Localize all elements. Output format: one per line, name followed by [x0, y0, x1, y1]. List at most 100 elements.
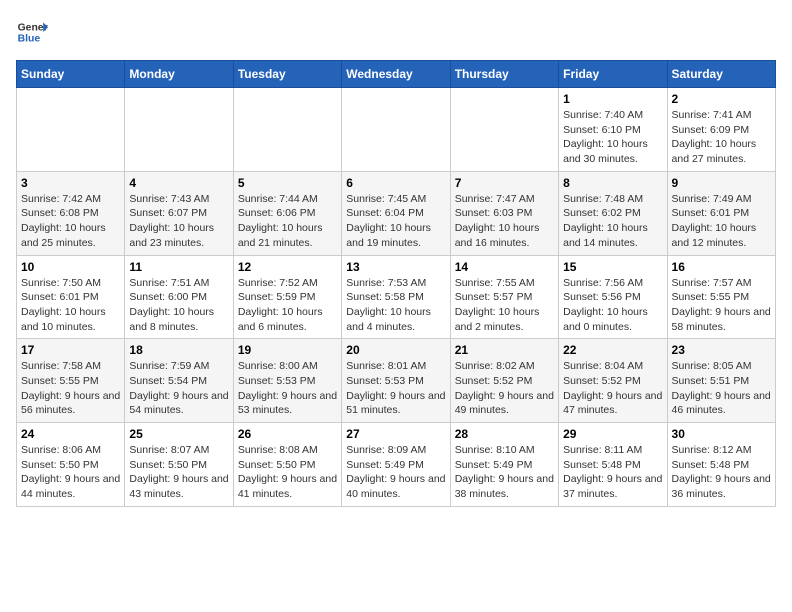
calendar-cell: 1 Sunrise: 7:40 AMSunset: 6:10 PMDaylight… [559, 88, 667, 172]
day-info: Sunrise: 7:40 AMSunset: 6:10 PMDaylight:… [563, 108, 662, 167]
day-info: Sunrise: 7:43 AMSunset: 6:07 PMDaylight:… [129, 192, 228, 251]
day-number: 26 [238, 427, 337, 441]
calendar-cell: 27 Sunrise: 8:09 AMSunset: 5:49 PMDayligh… [342, 423, 450, 507]
calendar-cell: 12 Sunrise: 7:52 AMSunset: 5:59 PMDayligh… [233, 255, 341, 339]
calendar-cell: 16 Sunrise: 7:57 AMSunset: 5:55 PMDayligh… [667, 255, 775, 339]
day-number: 22 [563, 343, 662, 357]
calendar-cell [450, 88, 558, 172]
day-number: 17 [21, 343, 120, 357]
day-number: 28 [455, 427, 554, 441]
calendar-week-1: 1 Sunrise: 7:40 AMSunset: 6:10 PMDaylight… [17, 88, 776, 172]
day-number: 5 [238, 176, 337, 190]
calendar-cell: 21Sunrise: 8:02 AMSunset: 5:52 PMDayligh… [450, 339, 558, 423]
day-info: Sunrise: 7:44 AMSunset: 6:06 PMDaylight:… [238, 192, 337, 251]
svg-text:Blue: Blue [18, 34, 41, 45]
day-info: Sunrise: 8:04 AMSunset: 5:52 PMDaylight:… [563, 359, 662, 418]
day-number: 15 [563, 260, 662, 274]
calendar-cell [233, 88, 341, 172]
calendar-cell: 4Sunrise: 7:43 AMSunset: 6:07 PMDaylight… [125, 171, 233, 255]
calendar-week-3: 10 Sunrise: 7:50 AMSunset: 6:01 PMDayligh… [17, 255, 776, 339]
day-number: 29 [563, 427, 662, 441]
col-header-friday: Friday [559, 61, 667, 88]
calendar-cell: 8 Sunrise: 7:48 AMSunset: 6:02 PMDaylight… [559, 171, 667, 255]
calendar-cell: 22 Sunrise: 8:04 AMSunset: 5:52 PMDayligh… [559, 339, 667, 423]
day-info: Sunrise: 8:00 AMSunset: 5:53 PMDaylight:… [238, 359, 337, 418]
day-number: 27 [346, 427, 445, 441]
day-number: 14 [455, 260, 554, 274]
day-number: 20 [346, 343, 445, 357]
col-header-tuesday: Tuesday [233, 61, 341, 88]
day-number: 10 [21, 260, 120, 274]
day-info: Sunrise: 7:51 AMSunset: 6:00 PMDaylight:… [129, 276, 228, 335]
calendar-cell: 20Sunrise: 8:01 AMSunset: 5:53 PMDayligh… [342, 339, 450, 423]
day-info: Sunrise: 8:12 AMSunset: 5:48 PMDaylight:… [672, 443, 771, 502]
day-number: 16 [672, 260, 771, 274]
calendar-week-4: 17 Sunrise: 7:58 AMSunset: 5:55 PMDayligh… [17, 339, 776, 423]
day-number: 7 [455, 176, 554, 190]
day-number: 6 [346, 176, 445, 190]
col-header-sunday: Sunday [17, 61, 125, 88]
day-info: Sunrise: 7:55 AMSunset: 5:57 PMDaylight:… [455, 276, 554, 335]
col-header-saturday: Saturday [667, 61, 775, 88]
day-info: Sunrise: 8:05 AMSunset: 5:51 PMDaylight:… [672, 359, 771, 418]
day-number: 3 [21, 176, 120, 190]
col-header-monday: Monday [125, 61, 233, 88]
calendar-cell: 2 Sunrise: 7:41 AMSunset: 6:09 PMDaylight… [667, 88, 775, 172]
calendar-cell [342, 88, 450, 172]
calendar-week-2: 3 Sunrise: 7:42 AMSunset: 6:08 PMDaylight… [17, 171, 776, 255]
calendar-cell: 30Sunrise: 8:12 AMSunset: 5:48 PMDayligh… [667, 423, 775, 507]
calendar-cell: 19 Sunrise: 8:00 AMSunset: 5:53 PMDayligh… [233, 339, 341, 423]
calendar-cell: 26Sunrise: 8:08 AMSunset: 5:50 PMDayligh… [233, 423, 341, 507]
calendar-cell: 29 Sunrise: 8:11 AMSunset: 5:48 PMDayligh… [559, 423, 667, 507]
calendar-week-5: 24 Sunrise: 8:06 AMSunset: 5:50 PMDayligh… [17, 423, 776, 507]
day-info: Sunrise: 7:56 AMSunset: 5:56 PMDaylight:… [563, 276, 662, 335]
calendar-cell: 23 Sunrise: 8:05 AMSunset: 5:51 PMDayligh… [667, 339, 775, 423]
calendar-header-row: SundayMondayTuesdayWednesdayThursdayFrid… [17, 61, 776, 88]
day-number: 12 [238, 260, 337, 274]
calendar-cell: 17 Sunrise: 7:58 AMSunset: 5:55 PMDayligh… [17, 339, 125, 423]
day-info: Sunrise: 7:48 AMSunset: 6:02 PMDaylight:… [563, 192, 662, 251]
day-info: Sunrise: 8:10 AMSunset: 5:49 PMDaylight:… [455, 443, 554, 502]
day-info: Sunrise: 7:42 AMSunset: 6:08 PMDaylight:… [21, 192, 120, 251]
day-info: Sunrise: 7:45 AMSunset: 6:04 PMDaylight:… [346, 192, 445, 251]
day-number: 11 [129, 260, 228, 274]
day-info: Sunrise: 7:41 AMSunset: 6:09 PMDaylight:… [672, 108, 771, 167]
calendar-cell: 24 Sunrise: 8:06 AMSunset: 5:50 PMDayligh… [17, 423, 125, 507]
calendar-cell: 13Sunrise: 7:53 AMSunset: 5:58 PMDayligh… [342, 255, 450, 339]
day-info: Sunrise: 8:11 AMSunset: 5:48 PMDaylight:… [563, 443, 662, 502]
day-number: 8 [563, 176, 662, 190]
day-number: 18 [129, 343, 228, 357]
logo-icon: General Blue [16, 16, 48, 48]
day-info: Sunrise: 7:52 AMSunset: 5:59 PMDaylight:… [238, 276, 337, 335]
calendar-cell: 25 Sunrise: 8:07 AMSunset: 5:50 PMDayligh… [125, 423, 233, 507]
calendar-cell: 5 Sunrise: 7:44 AMSunset: 6:06 PMDaylight… [233, 171, 341, 255]
day-number: 23 [672, 343, 771, 357]
day-info: Sunrise: 7:59 AMSunset: 5:54 PMDaylight:… [129, 359, 228, 418]
day-number: 25 [129, 427, 228, 441]
calendar-cell: 11 Sunrise: 7:51 AMSunset: 6:00 PMDayligh… [125, 255, 233, 339]
day-info: Sunrise: 8:06 AMSunset: 5:50 PMDaylight:… [21, 443, 120, 502]
day-info: Sunrise: 8:07 AMSunset: 5:50 PMDaylight:… [129, 443, 228, 502]
day-number: 9 [672, 176, 771, 190]
calendar-cell: 9Sunrise: 7:49 AMSunset: 6:01 PMDaylight… [667, 171, 775, 255]
calendar-cell: 18 Sunrise: 7:59 AMSunset: 5:54 PMDayligh… [125, 339, 233, 423]
day-info: Sunrise: 7:58 AMSunset: 5:55 PMDaylight:… [21, 359, 120, 418]
day-number: 24 [21, 427, 120, 441]
day-info: Sunrise: 8:09 AMSunset: 5:49 PMDaylight:… [346, 443, 445, 502]
calendar-table: SundayMondayTuesdayWednesdayThursdayFrid… [16, 60, 776, 507]
day-info: Sunrise: 7:50 AMSunset: 6:01 PMDaylight:… [21, 276, 120, 335]
day-number: 19 [238, 343, 337, 357]
day-number: 2 [672, 92, 771, 106]
logo: General Blue [16, 16, 48, 48]
day-info: Sunrise: 7:57 AMSunset: 5:55 PMDaylight:… [672, 276, 771, 335]
day-info: Sunrise: 7:47 AMSunset: 6:03 PMDaylight:… [455, 192, 554, 251]
calendar-cell: 7 Sunrise: 7:47 AMSunset: 6:03 PMDaylight… [450, 171, 558, 255]
day-number: 1 [563, 92, 662, 106]
day-info: Sunrise: 8:02 AMSunset: 5:52 PMDaylight:… [455, 359, 554, 418]
calendar-cell: 15 Sunrise: 7:56 AMSunset: 5:56 PMDayligh… [559, 255, 667, 339]
calendar-cell [17, 88, 125, 172]
col-header-wednesday: Wednesday [342, 61, 450, 88]
calendar-cell: 6 Sunrise: 7:45 AMSunset: 6:04 PMDaylight… [342, 171, 450, 255]
day-number: 13 [346, 260, 445, 274]
calendar-cell: 10 Sunrise: 7:50 AMSunset: 6:01 PMDayligh… [17, 255, 125, 339]
